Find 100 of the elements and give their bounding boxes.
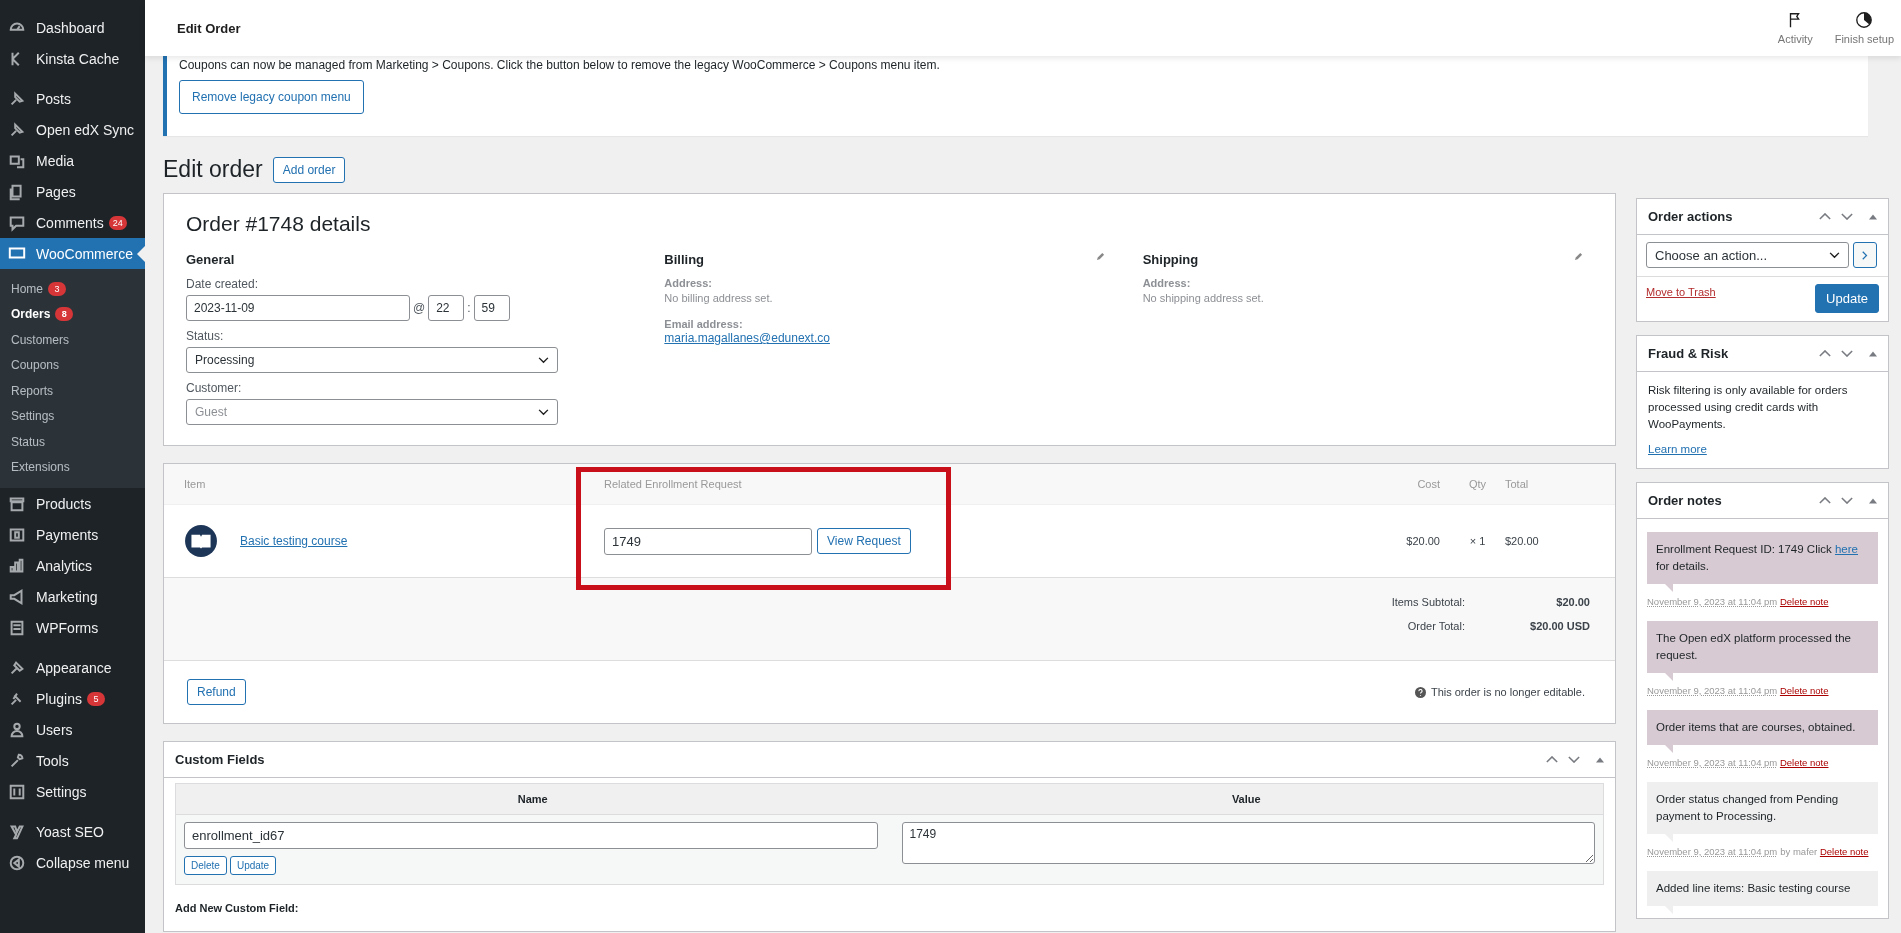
sidebar-item[interactable]: Collapse menu (0, 847, 145, 878)
column-header: Item (184, 478, 207, 490)
sidebar-item[interactable]: Marketing (0, 581, 145, 612)
delete-note-link[interactable]: Delete note (1779, 757, 1829, 768)
chevron-up-icon[interactable] (1819, 213, 1831, 220)
chevron-down-icon (1829, 251, 1840, 259)
submenu-item[interactable]: Customers (0, 327, 145, 353)
product-link[interactable]: Basic testing course (240, 534, 348, 548)
column-header: Qty (1467, 478, 1488, 490)
submenu-item[interactable]: Status (0, 429, 145, 455)
apply-button[interactable] (1853, 242, 1877, 268)
sidebar-item[interactable]: Kinsta Cache (0, 43, 145, 74)
book-icon (184, 524, 218, 558)
section-heading: General (186, 252, 236, 267)
remove-coupon-menu-button[interactable]: Remove legacy coupon menu (179, 80, 364, 114)
chevron-down-icon[interactable] (1568, 756, 1580, 763)
column-header: Cost (1416, 478, 1441, 490)
triangle-up-icon[interactable] (1596, 756, 1604, 763)
note-meta: November 9, 2023 at 11:04 pm Delete note (1647, 684, 1830, 698)
menu-icon (8, 751, 26, 770)
row-action-button[interactable]: Update (229, 856, 277, 875)
progress-circle-icon (1855, 11, 1874, 29)
note-text: Order status changed from Pending payment to Processing. (1656, 792, 1840, 824)
chevron-up-icon[interactable] (1546, 756, 1558, 763)
delete-note-link[interactable]: Delete note (1779, 596, 1829, 607)
chevron-up-icon[interactable] (1819, 497, 1831, 504)
chevron-down-icon[interactable] (1841, 350, 1853, 357)
sidebar-item[interactable]: Plugins 5 (0, 683, 145, 714)
add-order-button[interactable]: Add order (272, 156, 346, 183)
menu-icon (8, 853, 26, 872)
time-separator: : (467, 301, 471, 315)
sidebar-item[interactable]: Posts (0, 83, 145, 114)
menu-icon (8, 782, 26, 801)
count-badge: 24 (108, 215, 127, 230)
panel-title: Fraud & Risk (1648, 346, 1729, 361)
submenu-item[interactable]: Orders 8 (0, 301, 145, 327)
header-action[interactable]: Finish setup (1827, 0, 1901, 56)
sidebar-item[interactable]: Users (0, 714, 145, 745)
section-heading: Add New Custom Field: (174, 901, 300, 916)
sidebar-item[interactable]: Settings (0, 776, 145, 807)
sidebar-item[interactable]: Tools (0, 745, 145, 776)
chevron-down-icon[interactable] (1841, 213, 1853, 220)
delete-note-link[interactable]: Delete note (1819, 846, 1869, 857)
triangle-up-icon[interactable] (1869, 497, 1877, 504)
pencil-icon[interactable] (1574, 252, 1583, 261)
triangle-up-icon[interactable] (1869, 213, 1877, 220)
request-id-field[interactable]: 1749 (604, 527, 812, 555)
submenu-item[interactable]: Settings (0, 403, 145, 429)
sidebar-item[interactable]: WooCommerce (0, 238, 145, 269)
action-select[interactable]: Choose an action... (1646, 242, 1849, 268)
move-to-trash-link[interactable]: Move to Trash (1646, 284, 1716, 298)
at-sign: @ (413, 301, 426, 315)
sidebar-item[interactable]: Analytics (0, 550, 145, 581)
submenu-item[interactable]: Home 3 (0, 276, 145, 302)
column-header: Related Enrollment Request (604, 478, 743, 490)
submenu-item[interactable]: Extensions (0, 454, 145, 480)
hour-field[interactable]: 22 (428, 295, 465, 321)
pencil-icon[interactable] (1095, 252, 1105, 261)
sidebar-item[interactable]: Appearance (0, 652, 145, 683)
update-button[interactable]: Update (1815, 284, 1879, 313)
sidebar-item[interactable]: Products (0, 488, 145, 519)
minute-field[interactable]: 59 (473, 295, 510, 321)
page-title: Edit Order (177, 20, 241, 36)
learn-more-link[interactable]: Learn more (1648, 443, 1707, 455)
field-value-input[interactable]: 1749 (901, 822, 1595, 864)
count-badge: 5 (86, 691, 105, 706)
field-label: Address: (664, 277, 713, 289)
field-label: Email address: (664, 318, 744, 330)
view-request-button[interactable]: View Request (817, 528, 911, 554)
status-select[interactable]: Processing (186, 347, 558, 373)
field-value: No shipping address set. (1142, 292, 1265, 304)
column-header: Total (1505, 478, 1530, 490)
sidebar-item[interactable]: Pages (0, 176, 145, 207)
table-cell-text: $20.00 (1405, 535, 1441, 547)
total-value: $20.00 USD (1529, 620, 1590, 632)
sidebar-item[interactable]: Payments (0, 519, 145, 550)
submenu-item[interactable]: Reports (0, 378, 145, 404)
note-meta: November 9, 2023 at 11:04 pm Delete note (1647, 756, 1830, 770)
sidebar-item[interactable]: Comments 24 (0, 207, 145, 238)
refund-button[interactable]: Refund (187, 679, 246, 705)
sidebar-item[interactable]: Open edX Sync (0, 114, 145, 145)
note-text: Enrollment Request ID: 1749 Click here for details. (1656, 542, 1859, 574)
date-field[interactable]: 2023-11-09 (186, 295, 410, 321)
field-label: Status: (186, 329, 225, 343)
email-link[interactable]: maria.magallanes@edunext.co (664, 331, 830, 345)
header-action[interactable]: Activity (1770, 0, 1820, 56)
note-text: The Open edX platform processed the request. (1656, 631, 1852, 663)
triangle-up-icon[interactable] (1869, 350, 1877, 357)
chevron-down-icon[interactable] (1841, 497, 1853, 504)
delete-note-link[interactable]: Delete note (1779, 685, 1829, 696)
chevron-up-icon[interactable] (1819, 350, 1831, 357)
field-name-input[interactable]: enrollment_id67 (184, 822, 878, 849)
sidebar-item[interactable]: Dashboard (0, 12, 145, 43)
sidebar-item[interactable]: Media (0, 145, 145, 176)
submenu-item[interactable]: Coupons (0, 352, 145, 378)
sidebar-item[interactable]: Yoast SEO (0, 816, 145, 847)
row-action-button[interactable]: Delete (184, 856, 227, 875)
count-badge: 3 (48, 281, 66, 296)
sidebar-item[interactable]: WPForms (0, 612, 145, 643)
total-label: Order Total: (1406, 620, 1465, 632)
